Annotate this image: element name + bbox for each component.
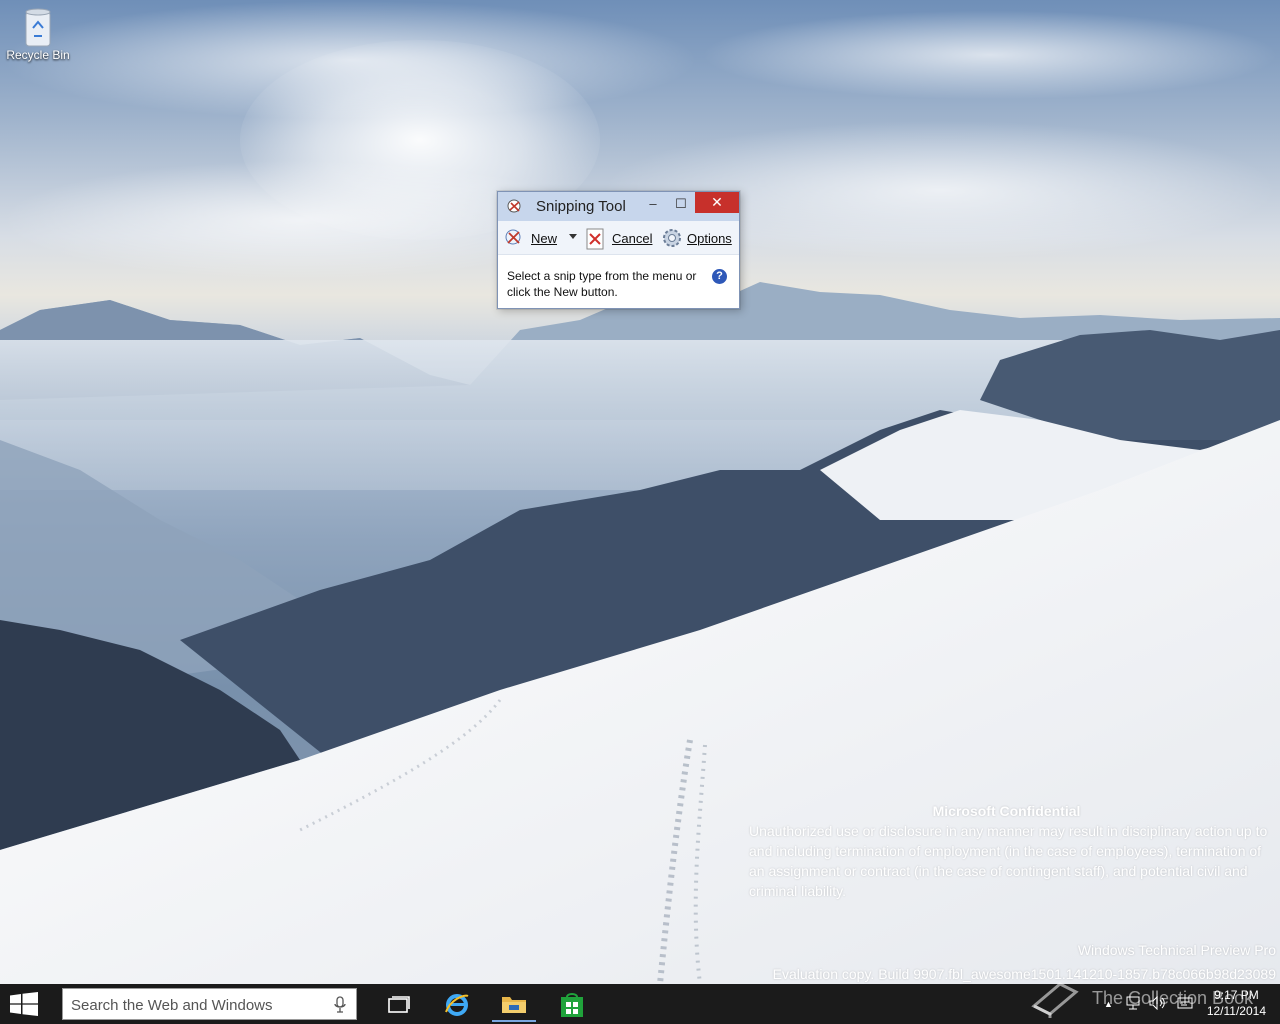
edition-watermark: Windows Technical Preview Pro <box>1077 942 1276 958</box>
cancel-button[interactable]: Cancel <box>586 228 653 250</box>
gear-icon <box>661 227 683 249</box>
snipping-tool-window[interactable]: Snipping Tool – ☐ ✕ New Cancel Options S… <box>497 191 740 309</box>
minimize-button[interactable]: – <box>640 194 666 214</box>
recycle-bin-label: Recycle Bin <box>6 48 70 62</box>
search-placeholder: Search the Web and Windows <box>71 997 273 1014</box>
recycle-bin-desktop-icon[interactable]: Recycle Bin <box>6 6 70 62</box>
store-icon <box>561 993 583 1017</box>
new-snip-button[interactable]: New <box>504 228 557 248</box>
close-button[interactable]: ✕ <box>695 192 739 213</box>
title-bar[interactable]: Snipping Tool – ☐ ✕ <box>498 192 739 221</box>
folder-icon <box>502 997 526 1013</box>
file-explorer-button[interactable] <box>492 988 536 1022</box>
internet-explorer-icon <box>445 994 469 1016</box>
internet-explorer-button[interactable] <box>435 988 479 1022</box>
new-snip-icon <box>504 228 526 248</box>
help-icon[interactable]: ? <box>712 269 727 284</box>
start-button[interactable] <box>10 992 38 1016</box>
window-title: Snipping Tool <box>536 198 626 215</box>
new-label: New <box>531 230 558 246</box>
confidential-body: Unauthorized use or disclosure in any ma… <box>749 823 1268 899</box>
collection-book-watermark: The Collection Book <box>1030 978 1253 1018</box>
book-icon <box>1030 978 1080 1018</box>
microphone-icon[interactable] <box>334 996 346 1014</box>
options-label: Options <box>687 230 732 246</box>
options-button[interactable]: Options <box>661 228 732 248</box>
cancel-icon <box>586 228 604 250</box>
maximize-button[interactable]: ☐ <box>668 194 694 214</box>
confidential-title: Microsoft Confidential <box>932 803 1081 819</box>
cancel-label: Cancel <box>612 230 653 246</box>
recycle-bin-icon <box>23 6 53 47</box>
windows-logo-icon <box>10 992 38 1016</box>
snip-type-dropdown-arrow[interactable] <box>569 234 577 239</box>
store-button[interactable] <box>550 988 594 1022</box>
instruction-text: Select a snip type from the menu or clic… <box>507 269 697 299</box>
task-view-button[interactable] <box>377 988 421 1022</box>
task-view-icon <box>388 996 410 1013</box>
search-box[interactable]: Search the Web and Windows <box>62 988 357 1020</box>
collection-book-text: The Collection Book <box>1092 987 1254 1008</box>
scissors-icon <box>506 198 524 216</box>
snip-toolbar: New Cancel Options <box>498 221 739 255</box>
desktop-wallpaper: Recycle Bin Microsoft Confidential Unaut… <box>0 0 1280 984</box>
confidential-notice: Microsoft Confidential Unauthorized use … <box>749 801 1269 901</box>
